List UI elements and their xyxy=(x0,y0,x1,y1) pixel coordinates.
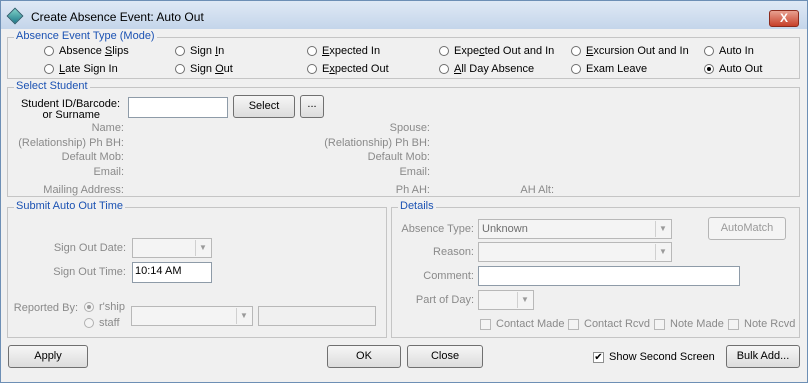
app-icon xyxy=(6,7,24,25)
part-of-day-combo[interactable]: ▼ xyxy=(478,290,534,310)
chevron-down-icon: ▼ xyxy=(517,292,532,308)
apply-button[interactable]: Apply xyxy=(8,345,88,368)
chevron-down-icon: ▼ xyxy=(655,244,670,260)
comment-label: Comment: xyxy=(423,270,474,282)
contact-made-label: Contact Made xyxy=(496,318,565,330)
radio-label-auto-in[interactable]: Auto In xyxy=(719,45,754,57)
radio-reported-rship[interactable] xyxy=(84,302,94,312)
bulk-add-button[interactable]: Bulk Add... xyxy=(726,345,800,368)
chevron-down-icon: ▼ xyxy=(655,221,670,237)
select-student-legend: Select Student xyxy=(14,80,90,92)
absence-type-combo[interactable]: Unknown ▼ xyxy=(478,219,672,239)
radio-label-late-sign-in[interactable]: Late Sign In xyxy=(59,63,118,75)
reason-combo[interactable]: ▼ xyxy=(478,242,672,262)
part-of-day-label: Part of Day: xyxy=(415,294,474,306)
radio-expected-out[interactable] xyxy=(307,64,317,74)
reported-by-combo[interactable]: ▼ xyxy=(131,306,253,326)
details-legend: Details xyxy=(398,200,436,212)
chevron-down-icon: ▼ xyxy=(195,240,210,256)
radio-sign-out[interactable] xyxy=(175,64,185,74)
contact-rcvd-checkbox[interactable] xyxy=(568,319,579,330)
absence-type-label: Absence Type: xyxy=(401,223,474,235)
show-second-screen-checkbox[interactable]: ✔ xyxy=(593,352,604,363)
student-id-input[interactable] xyxy=(128,97,228,118)
radio-expected-out-and-in[interactable] xyxy=(439,46,449,56)
dialog-body: Absence Event Type (Mode) Absence Slips … xyxy=(5,29,803,379)
auto-out-group: Submit Auto Out Time Sign Out Date: ▼ Si… xyxy=(7,200,387,338)
window-title: Create Absence Event: Auto Out xyxy=(31,10,204,24)
contact-made-checkbox[interactable] xyxy=(480,319,491,330)
note-made-label: Note Made xyxy=(670,318,724,330)
radio-exam-leave[interactable] xyxy=(571,64,581,74)
absence-type-value: Unknown xyxy=(482,223,528,235)
sign-out-time-label: Sign Out Time: xyxy=(53,266,126,278)
email-label: Email: xyxy=(93,166,124,178)
radio-auto-in[interactable] xyxy=(704,46,714,56)
automatch-button[interactable]: AutoMatch xyxy=(708,217,786,240)
rship-label: r'ship xyxy=(99,301,125,313)
sign-out-time-input[interactable]: 10:14 AM xyxy=(132,262,212,283)
radio-excursion-out-and-in[interactable] xyxy=(571,46,581,56)
note-made-checkbox[interactable] xyxy=(654,319,665,330)
note-rcvd-checkbox[interactable] xyxy=(728,319,739,330)
spouse-label: Spouse: xyxy=(389,122,430,134)
radio-label-expected-in[interactable]: Expected In xyxy=(322,45,380,57)
reported-by-label: Reported By: xyxy=(13,302,78,314)
spouse-email-label: Email: xyxy=(399,166,430,178)
auto-out-legend: Submit Auto Out Time xyxy=(14,200,125,212)
ok-button[interactable]: OK xyxy=(327,345,401,368)
contact-rcvd-label: Contact Rcvd xyxy=(584,318,651,330)
details-group: Details Absence Type: Unknown ▼ AutoMatc… xyxy=(391,200,800,338)
mode-group-legend: Absence Event Type (Mode) xyxy=(14,30,157,42)
spouse-default-mob-label: Default Mob: xyxy=(367,151,430,163)
ph-ah-label: Ph AH: xyxy=(395,184,430,196)
staff-label: staff xyxy=(99,317,120,329)
mailing-address-label: Mailing Address: xyxy=(43,184,124,196)
dialog-window: Create Absence Event: Auto Out X Absence… xyxy=(0,0,808,383)
browse-student-button[interactable]: ... xyxy=(300,95,324,118)
radio-all-day-absence[interactable] xyxy=(439,64,449,74)
radio-label-excursion-out-and-in[interactable]: Excursion Out and In xyxy=(586,45,689,57)
comment-input[interactable] xyxy=(478,266,740,286)
reported-by-name-input[interactable] xyxy=(258,306,376,326)
close-button[interactable]: Close xyxy=(407,345,483,368)
note-rcvd-label: Note Rcvd xyxy=(744,318,796,330)
radio-label-auto-out[interactable]: Auto Out xyxy=(719,63,762,75)
radio-expected-in[interactable] xyxy=(307,46,317,56)
mode-group: Absence Event Type (Mode) Absence Slips … xyxy=(7,30,800,79)
name-label: Name: xyxy=(91,122,124,134)
ph-bh-label: (Relationship) Ph BH: xyxy=(18,137,124,149)
default-mob-label: Default Mob: xyxy=(61,151,124,163)
radio-sign-in[interactable] xyxy=(175,46,185,56)
radio-label-expected-out[interactable]: Expected Out xyxy=(322,63,389,75)
show-second-screen-label[interactable]: Show Second Screen xyxy=(609,351,715,363)
reason-label: Reason: xyxy=(433,246,474,258)
sign-out-date-label: Sign Out Date: xyxy=(53,242,126,254)
radio-label-absence-slips[interactable]: Absence Slips xyxy=(59,45,129,57)
spouse-ph-bh-label: (Relationship) Ph BH: xyxy=(324,137,430,149)
radio-label-sign-in[interactable]: Sign In xyxy=(190,45,224,57)
radio-auto-out[interactable] xyxy=(704,64,714,74)
radio-absence-slips[interactable] xyxy=(44,46,54,56)
radio-label-expected-out-and-in[interactable]: Expected Out and In xyxy=(454,45,554,57)
sign-out-date-picker[interactable]: ▼ xyxy=(132,238,212,258)
radio-late-sign-in[interactable] xyxy=(44,64,54,74)
radio-label-exam-leave[interactable]: Exam Leave xyxy=(586,63,647,75)
radio-reported-staff[interactable] xyxy=(84,318,94,328)
radio-label-sign-out[interactable]: Sign Out xyxy=(190,63,233,75)
select-student-group: Select Student Student ID/Barcode: or Su… xyxy=(7,80,800,197)
select-student-button[interactable]: Select xyxy=(233,95,295,118)
window-close-button[interactable]: X xyxy=(769,10,799,27)
title-bar[interactable]: Create Absence Event: Auto Out X xyxy=(1,1,807,29)
chevron-down-icon: ▼ xyxy=(236,308,251,324)
radio-label-all-day-absence[interactable]: All Day Absence xyxy=(454,63,534,75)
ah-alt-label: AH Alt: xyxy=(520,184,554,196)
student-id-label-2: or Surname xyxy=(42,109,100,121)
